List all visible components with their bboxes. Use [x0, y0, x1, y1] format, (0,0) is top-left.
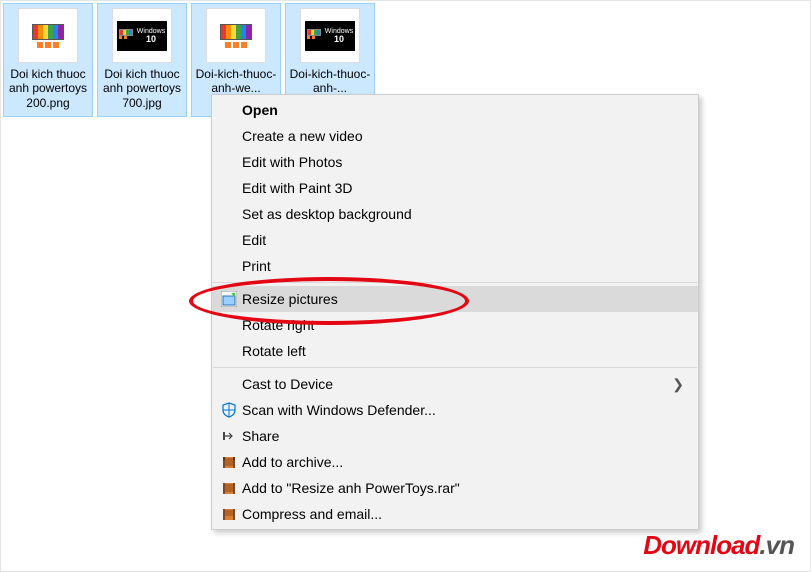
- file-label: Doi-kich-thuoc-anh-...: [288, 67, 372, 96]
- menu-rotate-left[interactable]: Rotate left: [212, 338, 698, 364]
- menu-label: Compress and email...: [242, 506, 684, 522]
- watermark-logo: Download.vn: [643, 530, 794, 561]
- archive-icon: [216, 480, 242, 496]
- share-icon: [216, 428, 242, 444]
- menu-print[interactable]: Print: [212, 253, 698, 279]
- chevron-right-icon: ❯: [672, 376, 684, 393]
- file-thumbnail: Windows10: [112, 8, 172, 63]
- context-menu: Open Create a new video Edit with Photos…: [211, 94, 699, 530]
- menu-create-video[interactable]: Create a new video: [212, 123, 698, 149]
- menu-label: Add to archive...: [242, 454, 684, 470]
- menu-open[interactable]: Open: [212, 97, 698, 123]
- menu-label: Cast to Device: [242, 376, 672, 392]
- file-thumbnail: Windows10: [300, 8, 360, 63]
- menu-label: Add to "Resize anh PowerToys.rar": [242, 480, 684, 496]
- menu-label: Edit with Paint 3D: [242, 180, 684, 196]
- menu-add-to-archive[interactable]: Add to archive...: [212, 449, 698, 475]
- menu-label: Create a new video: [242, 128, 684, 144]
- menu-label: Resize pictures: [242, 291, 684, 307]
- file-thumbnail: [18, 8, 78, 63]
- menu-windows-defender[interactable]: Scan with Windows Defender...: [212, 397, 698, 423]
- archive-icon: [216, 506, 242, 522]
- menu-label: Rotate right: [242, 317, 684, 333]
- menu-label: Set as desktop background: [242, 206, 684, 222]
- menu-rotate-right[interactable]: Rotate right: [212, 312, 698, 338]
- file-item[interactable]: Doi kich thuoc anh powertoys 200.png: [3, 3, 93, 117]
- archive-icon: [216, 454, 242, 470]
- watermark-part2: .vn: [759, 530, 794, 560]
- menu-label: Share: [242, 428, 684, 444]
- menu-compress-email[interactable]: Compress and email...: [212, 501, 698, 527]
- menu-label: Edit: [242, 232, 684, 248]
- menu-edit-photos[interactable]: Edit with Photos: [212, 149, 698, 175]
- watermark-part1: Download: [643, 530, 759, 560]
- menu-label: Edit with Photos: [242, 154, 684, 170]
- menu-resize-pictures[interactable]: Resize pictures: [212, 286, 698, 312]
- menu-share[interactable]: Share: [212, 423, 698, 449]
- file-item[interactable]: Windows10 Doi kich thuoc anh powertoys 7…: [97, 3, 187, 117]
- resize-icon: [216, 291, 242, 307]
- menu-cast-to-device[interactable]: Cast to Device ❯: [212, 371, 698, 397]
- shield-icon: [216, 402, 242, 418]
- menu-edit-paint3d[interactable]: Edit with Paint 3D: [212, 175, 698, 201]
- menu-label: Print: [242, 258, 684, 274]
- menu-label: Rotate left: [242, 343, 684, 359]
- menu-separator: [213, 282, 697, 283]
- file-label: Doi-kich-thuoc-anh-we...: [194, 67, 278, 96]
- menu-label: Scan with Windows Defender...: [242, 402, 684, 418]
- menu-set-background[interactable]: Set as desktop background: [212, 201, 698, 227]
- file-thumbnail: [206, 8, 266, 63]
- menu-edit[interactable]: Edit: [212, 227, 698, 253]
- file-label: Doi kich thuoc anh powertoys 200.png: [6, 67, 90, 110]
- menu-separator: [213, 367, 697, 368]
- menu-add-to-rar[interactable]: Add to "Resize anh PowerToys.rar": [212, 475, 698, 501]
- menu-label: Open: [242, 102, 684, 118]
- file-label: Doi kich thuoc anh powertoys 700.jpg: [100, 67, 184, 110]
